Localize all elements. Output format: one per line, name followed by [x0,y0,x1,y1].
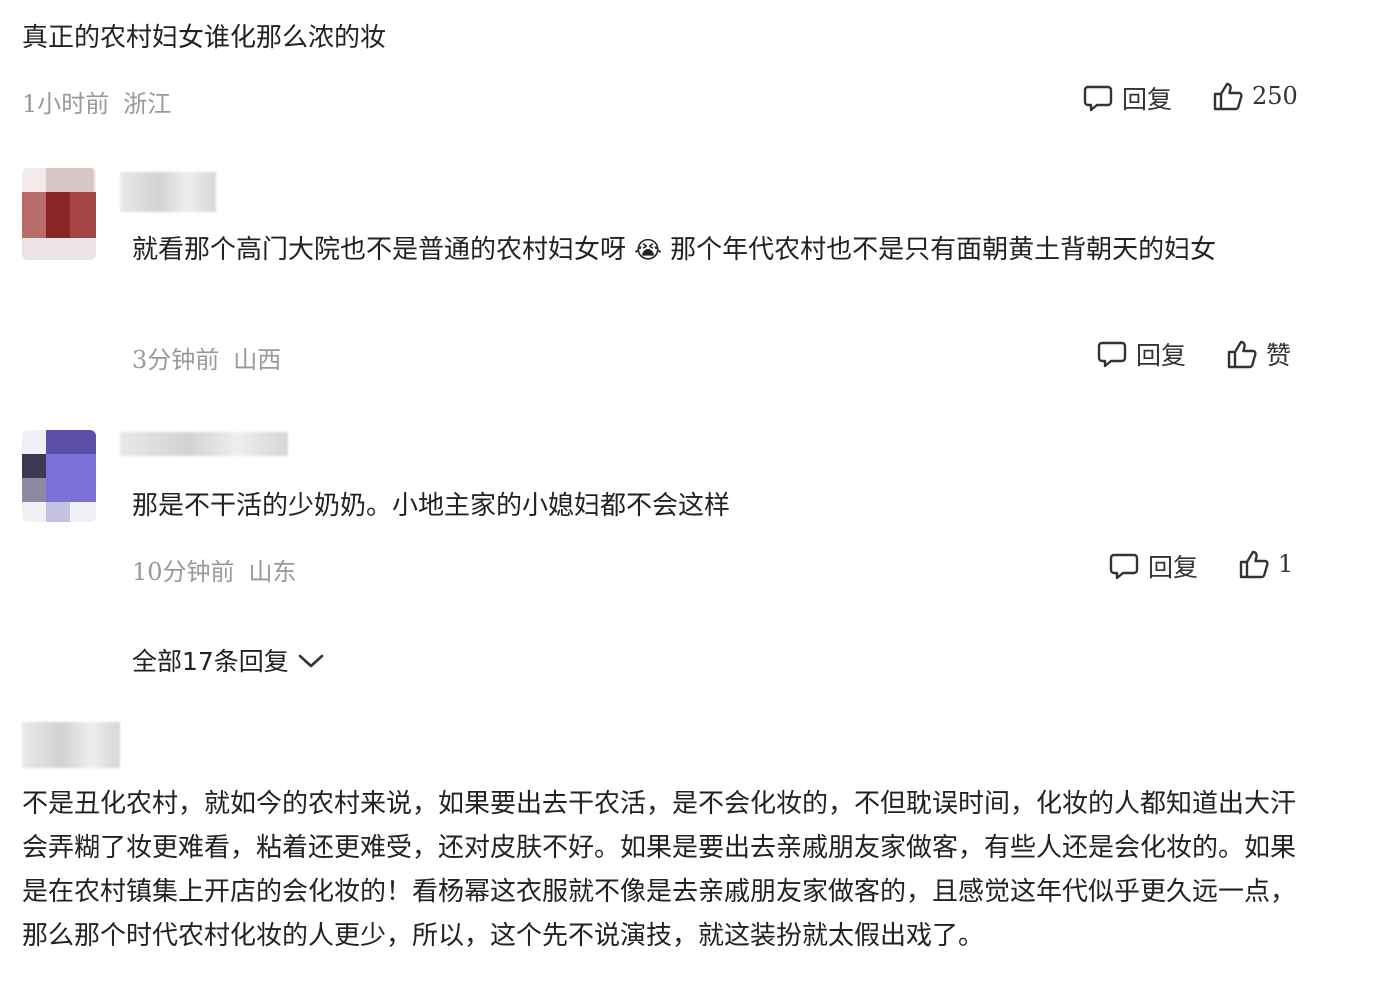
expand-replies-button[interactable]: 全部17条回复 [132,642,325,678]
reply-text-part1: 就看那个高门大院也不是普通的农村妇女呀 [132,235,627,265]
comment-text: 不是丑化农村，就如今的农村来说，如果要出去干农活，是不会化妆的，不但耽误时间，化… [22,789,1297,951]
reply-label: 回复 [1148,553,1199,582]
reply-text-part2: 那个年代农村也不是只有面朝黄土背朝天的妇女 [670,235,1217,265]
comment-location: 浙江 [123,90,172,118]
comment-meta: 1小时前 浙江 [22,84,171,119]
avatar[interactable] [22,430,96,522]
comment-text: 真正的农村妇女谁化那么浓的妆 [22,23,387,53]
reply-meta: 10分钟前 山东 [132,552,297,587]
thumbs-up-icon [1212,80,1244,112]
chevron-down-icon [297,650,325,670]
reply-text: 就看那个高门大院也不是普通的农村妇女呀 😭 那个年代农村也不是只有面朝黄土背朝天的妇… [132,228,1297,272]
reply-label: 回复 [1136,341,1187,370]
reply-button[interactable]: 回复 [1082,80,1172,116]
like-label: 赞 [1266,341,1292,370]
reply-label: 回复 [1122,85,1173,114]
reply-time: 3分钟前 [132,346,220,374]
comment-bubble-icon [1108,550,1140,582]
thumbs-up-icon [1238,548,1270,580]
comment-bubble-icon [1082,82,1114,114]
crying-emoji-icon: 😭 [634,236,663,264]
like-button[interactable]: 250 [1212,80,1298,112]
like-button[interactable]: 赞 [1226,336,1291,372]
comment-time: 1小时前 [22,90,110,118]
avatar[interactable] [22,168,96,260]
username-blurred[interactable] [120,172,216,212]
reply-location: 山西 [233,346,282,374]
username-blurred[interactable] [120,432,288,456]
expand-replies-label: 全部17条回复 [132,647,289,676]
like-button[interactable]: 1 [1238,548,1293,580]
reply-location: 山东 [248,558,297,586]
like-count: 250 [1252,82,1298,110]
reply-meta: 3分钟前 山西 [132,340,281,375]
reply-button[interactable]: 回复 [1108,548,1198,584]
reply-text: 那是不干活的少奶奶。小地主家的小媳妇都不会这样 [132,491,731,521]
reply-button[interactable]: 回复 [1096,336,1186,372]
username-blurred[interactable] [22,722,120,768]
comment-bubble-icon [1096,338,1128,370]
like-count: 1 [1278,550,1294,578]
reply-time: 10分钟前 [132,558,235,586]
thumbs-up-icon [1226,338,1258,370]
